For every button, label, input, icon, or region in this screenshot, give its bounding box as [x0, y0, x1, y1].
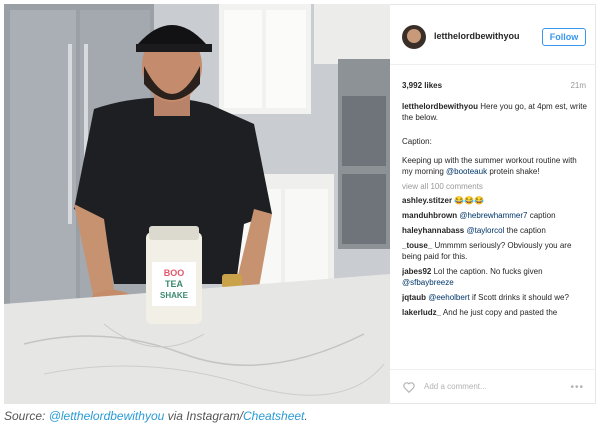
comment-text: Lol the caption. No fucks given: [433, 267, 543, 276]
jar-label-mid: TEA: [165, 279, 184, 289]
comments-list: letthelordbewithyou Here you go, at 4pm …: [402, 101, 588, 371]
caption-username[interactable]: letthelordbewithyou: [402, 102, 478, 111]
heart-icon[interactable]: [402, 380, 416, 394]
post-photo: BOO TEA SHAKE: [4, 4, 390, 404]
comment-text: 😂😂😂: [454, 196, 485, 205]
comment-user[interactable]: jqtaub: [402, 293, 426, 302]
view-all-comments-link[interactable]: view all 100 comments: [402, 181, 588, 192]
caption-line-1: letthelordbewithyou Here you go, at 4pm …: [402, 101, 588, 123]
comment-text: caption: [529, 211, 556, 220]
source-prefix: Source:: [4, 409, 49, 423]
post-panel: letthelordbewithyou Follow 3,992 likes 2…: [390, 4, 596, 404]
comment-item: haleyhannabass @taylorcol the caption: [402, 225, 588, 236]
jar-label-top: BOO: [164, 268, 185, 278]
comment-user[interactable]: manduhbrown: [402, 211, 457, 220]
comment-item: lakerludz_ And he just copy and pasted t…: [402, 307, 588, 318]
more-icon[interactable]: •••: [570, 382, 584, 393]
jar-label-bottom: SHAKE: [160, 291, 189, 300]
caption-text-3: protein shake!: [489, 167, 540, 176]
avatar[interactable]: [402, 25, 426, 49]
comment-item: jqtaub @eeholbert if Scott drinks it sho…: [402, 292, 588, 303]
comment-item: manduhbrown @hebrewhammer7 caption: [402, 210, 588, 221]
comment-user[interactable]: lakerludz_: [402, 308, 441, 317]
source-site-link[interactable]: Cheatsheet: [243, 409, 304, 423]
comment-user[interactable]: jabes92: [402, 267, 431, 276]
comment-item: _touse_ Ummmm seriously? Obviously you a…: [402, 240, 588, 262]
comment-mention[interactable]: @eeholbert: [428, 293, 469, 302]
comment-user[interactable]: haleyhannabass: [402, 226, 464, 235]
source-middle: via Instagram/: [164, 409, 243, 423]
follow-button[interactable]: Follow: [542, 28, 586, 46]
comment-text: if Scott drinks it should we?: [471, 293, 569, 302]
comment-text: And he just copy and pasted the: [442, 308, 558, 317]
comment-user[interactable]: _touse_: [402, 241, 432, 250]
caption-label: Caption:: [402, 137, 432, 146]
comment-mention[interactable]: @sfbaybreeze: [402, 278, 454, 287]
add-comment-input[interactable]: Add a comment...: [424, 382, 487, 391]
caption-mention[interactable]: @booteauk: [446, 167, 487, 176]
source-suffix: .: [304, 409, 308, 423]
post-header: letthelordbewithyou Follow: [390, 5, 596, 65]
comment-item: ashley.stitzer 😂😂😂: [402, 195, 588, 206]
likes-count[interactable]: 3,992 likes: [402, 81, 442, 90]
comment-text: the caption: [506, 226, 546, 235]
comment-user[interactable]: ashley.stitzer: [402, 196, 452, 205]
post-username[interactable]: letthelordbewithyou: [434, 31, 520, 41]
comment-item: jabes92 Lol the caption. No fucks given …: [402, 266, 588, 288]
post-timestamp: 21m: [570, 81, 586, 90]
add-comment-bar: Add a comment... •••: [390, 369, 596, 405]
source-caption: Source: @letthelordbewithyou via Instagr…: [4, 409, 308, 423]
caption-body: Keeping up with the summer workout routi…: [402, 155, 588, 177]
source-handle-link[interactable]: @letthelordbewithyou: [49, 409, 165, 423]
photo-scene: BOO TEA SHAKE: [4, 4, 390, 404]
comment-mention[interactable]: @taylorcol: [466, 226, 504, 235]
comment-mention[interactable]: @hebrewhammer7: [459, 211, 527, 220]
likes-row: 3,992 likes 21m: [402, 81, 586, 93]
